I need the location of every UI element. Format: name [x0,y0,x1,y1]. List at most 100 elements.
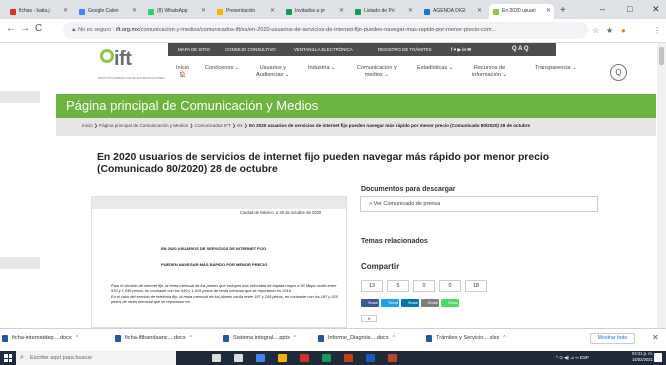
windows-start-icon[interactable] [4,354,12,362]
nav-item[interactable]: Transparencia ⌄ [535,65,577,72]
close-tab-icon[interactable]: ✕ [408,4,413,19]
clock-date: 15/02/2021 [632,357,653,362]
browser-menu-icon[interactable]: ⋮ [653,26,661,36]
ift-logo[interactable]: ift INSTITUTO FEDERAL DE TELECOMUNICACIO… [98,48,168,89]
browser-tab[interactable]: fichas - katia.j ✕ [6,4,71,19]
document-title-line-1: EN 2020 USUARIOS DE SERVICIOS DE INTERNE… [161,246,267,251]
document-bullet: Para el servicio de internet fijo, la re… [111,283,341,294]
taskbar-app-icon[interactable] [366,354,375,362]
tab-label: fichas - katia.j [19,8,50,14]
tab-favicon-icon [493,9,499,15]
tab-favicon-icon [10,9,16,15]
taskbar-search-input[interactable]: Escribe aquí para buscar [16,351,176,365]
forward-button[interactable]: → [20,22,30,36]
nav-item[interactable]: Conócenos ⌄ [205,65,240,72]
chevron-up-icon[interactable]: ^ [294,335,296,341]
tab-favicon-icon [286,9,292,15]
maximize-button[interactable]: □ [627,2,632,16]
share-button[interactable]: Tweet [381,299,399,307]
preview-toolbar [92,197,346,209]
taskbar-app-icon[interactable] [388,354,397,362]
download-item[interactable]: Informe_Diagnós....docx ^ [318,333,395,343]
accessibility-icons[interactable]: Q A Q [512,43,529,56]
reload-button[interactable]: C [35,22,42,36]
taskbar-app-icon[interactable] [300,354,309,362]
taskbar-app-icon[interactable] [234,354,243,362]
tab-favicon-icon [79,9,85,15]
close-tab-icon[interactable]: ✕ [201,4,206,19]
extension-icon[interactable]: ★ [606,26,613,36]
nav-item[interactable]: Recursos de información ⌄ [472,65,507,79]
browser-tab[interactable]: Listado de Pri ✕ [351,4,416,19]
close-tab-icon[interactable]: ✕ [339,4,344,19]
minimize-button[interactable]: – [600,2,605,16]
download-item[interactable]: ficha-iftbandaanc....docx ^ [115,333,192,343]
taskbar-app-icon[interactable] [212,354,221,362]
page-scrollbar[interactable] [657,43,666,328]
url-bar[interactable]: ▲ No es seguro | ift.org.mx/comunicacion… [63,22,588,39]
site-map-link[interactable]: MAPA DE SITIO [178,43,210,56]
download-item[interactable]: Trámites y Servicio....xlsx ^ [426,333,506,343]
close-tab-icon[interactable]: ✕ [63,4,68,19]
taskbar-app-icon[interactable] [322,354,331,362]
share-heading: Compartir [361,262,400,271]
share-button[interactable]: Email [421,299,439,307]
browser-tab[interactable]: AGENDA DIGI ✕ [420,4,485,19]
chevron-up-icon[interactable]: ^ [503,335,505,341]
share-button[interactable]: Share [361,299,379,307]
notifications-icon[interactable] [654,353,662,362]
taskbar-app-icon[interactable] [344,354,353,362]
show-all-downloads-button[interactable]: Mostrar todo [590,333,635,344]
taskbar-app-icon[interactable] [256,354,265,362]
taskbar-clock[interactable]: 04:21 p. m. 15/02/2021 [632,351,653,363]
download-item[interactable]: Sistema integral....pptx ^ [223,333,296,343]
tab-label: AGENDA DIGI [433,8,466,14]
chevron-up-icon[interactable]: ^ [76,335,78,341]
nav-item[interactable]: Inicio 🏠 [176,65,189,79]
share-count: 13 [361,280,383,292]
file-icon [2,335,8,342]
registro-tramites-link[interactable]: REGISTRO DE TRÁMITES [378,43,432,56]
profile-avatar-icon[interactable]: ● [621,26,626,36]
close-window-button[interactable]: ✕ [652,2,660,16]
tab-favicon-icon [148,9,154,15]
browser-tab[interactable]: En 2020 usuari ✕ [489,4,554,19]
not-secure-label: ▲ No es seguro [71,27,112,33]
nav-item[interactable]: Industria ⌄ [308,65,336,72]
scrollbar-thumb[interactable] [659,47,664,65]
back-button[interactable]: ← [6,22,16,36]
chevron-up-icon[interactable]: ^ [190,335,192,341]
chevron-up-icon[interactable]: ^ [393,335,395,341]
system-tray[interactable]: ^ ⊙ ◀) ⊿ ⇦ ESP [556,353,589,363]
nav-item[interactable]: Usuarios y Audiencias ⌄ [256,65,290,79]
logo-subtitle: INSTITUTO FEDERAL DE TELECOMUNICACIONES [98,76,165,80]
breadcrumb[interactable]: Inicio ❯ Página principal de Comunicació… [82,123,617,129]
press-release-download-link[interactable]: » Ver Comunicado de prensa [360,196,598,212]
share-count: 0 [413,280,435,292]
social-icons[interactable]: f ♥ ▶ in ✉ [451,43,471,56]
nav-item[interactable]: Comunicación y medios ⌄ [357,65,397,79]
taskbar-app-icon[interactable] [278,354,287,362]
close-tab-icon[interactable]: ✕ [132,4,137,19]
ventanilla-electronica-link[interactable]: VENTANILLA ELECTRÓNICA [294,43,353,56]
new-tab-button[interactable]: + [560,5,566,17]
site-search-icon[interactable]: Q [610,64,627,81]
close-tab-icon[interactable]: ✕ [546,4,551,19]
browser-tab[interactable]: Invitados a pr ✕ [282,4,347,19]
close-tab-icon[interactable]: ✕ [270,4,275,19]
share-button[interactable]: Share [441,299,459,307]
download-filename: ficha-iftbandaanc....docx [125,335,186,341]
share-button[interactable]: Share [401,299,419,307]
download-item[interactable]: ficha-internetdep....docx ^ [2,333,78,343]
breadcrumb-path[interactable]: Inicio ❯ Página principal de Comunicació… [82,123,249,128]
nav-item[interactable]: Estadísticas ⌄ [417,65,453,72]
close-downloads-bar-icon[interactable]: ✕ [652,333,659,343]
browser-tab[interactable]: (8) WhatsApp ✕ [144,4,209,19]
documents-heading: Documentos para descargar [361,186,456,193]
bookmark-star-icon[interactable]: ☆ [592,26,599,36]
browser-tab[interactable]: Google Calen ✕ [75,4,140,19]
consejo-consultivo-link[interactable]: CONSEJO CONSULTIVO [225,43,276,56]
browser-tab[interactable]: Presentación ✕ [213,4,278,19]
close-tab-icon[interactable]: ✕ [477,4,482,19]
file-icon [318,335,324,342]
